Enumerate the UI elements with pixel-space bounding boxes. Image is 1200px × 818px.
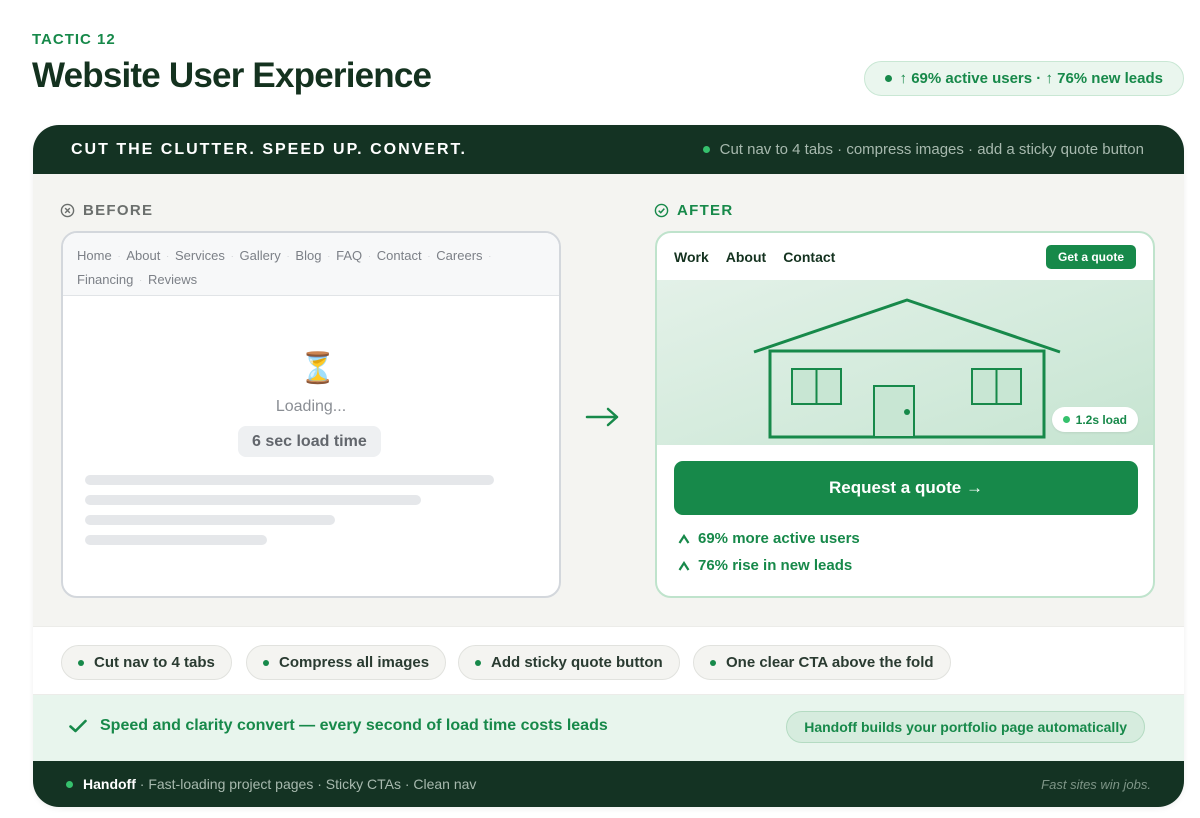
footer-tagline: Fast sites win jobs. bbox=[1041, 776, 1151, 792]
after-label: AFTER bbox=[654, 202, 734, 219]
before-nav-item[interactable]: About bbox=[126, 244, 160, 267]
status-dot-icon bbox=[475, 659, 481, 666]
card-heading: CUT THE CLUTTER. SPEED UP. CONVERT. bbox=[71, 140, 467, 158]
action-chip: One clear CTA above the fold bbox=[693, 645, 951, 680]
page-title: Website User Experience bbox=[32, 56, 432, 95]
before-label: BEFORE bbox=[60, 202, 153, 219]
comparison-card: CUT THE CLUTTER. SPEED UP. CONVERT. Cut … bbox=[33, 125, 1184, 807]
arrow-right-icon bbox=[585, 407, 619, 427]
metric-new-leads: 76% rise in new leads bbox=[678, 557, 852, 574]
checkmark-icon bbox=[69, 719, 87, 733]
before-nav: Home · About · Services · Gallery · Blog · FAQ · Con… bbox=[63, 233, 559, 296]
after-label-text: AFTER bbox=[677, 202, 734, 219]
before-nav-item[interactable]: FAQ bbox=[336, 244, 362, 267]
after-nav: Work About Contact Get a quote bbox=[657, 233, 1153, 280]
check-circle-icon bbox=[654, 203, 669, 218]
action-chip-text: Compress all images bbox=[279, 654, 430, 671]
after-site-mockup: Work About Contact Get a quote 1.2s load… bbox=[655, 231, 1155, 598]
skeleton-line bbox=[85, 495, 421, 505]
action-chip-row: Cut nav to 4 tabs Compress all images Ad… bbox=[33, 626, 1184, 695]
load-time-badge: 6 sec load time bbox=[238, 426, 381, 457]
before-nav-item[interactable]: Blog bbox=[295, 244, 321, 267]
summary-message: Speed and clarity convert — every second… bbox=[69, 717, 608, 735]
skeleton-line bbox=[85, 535, 267, 545]
action-chip: Add sticky quote button bbox=[458, 645, 680, 680]
request-quote-button[interactable]: Request a quote → bbox=[674, 461, 1138, 515]
skeleton-line bbox=[85, 515, 335, 525]
status-dot-icon bbox=[702, 146, 710, 153]
before-nav-item[interactable]: Services bbox=[175, 244, 225, 267]
footer-left: Handoff · Fast-loading project pages · S… bbox=[66, 776, 476, 792]
status-dot-icon bbox=[78, 659, 84, 666]
x-circle-icon bbox=[60, 203, 75, 218]
before-nav-item[interactable]: Gallery bbox=[240, 244, 281, 267]
summary-message-text: Speed and clarity convert — every second… bbox=[100, 717, 608, 734]
caret-up-icon bbox=[678, 533, 690, 544]
card-header: CUT THE CLUTTER. SPEED UP. CONVERT. Cut … bbox=[33, 125, 1184, 174]
stat-pill: ↑ 69% active users · ↑ 76% new leads bbox=[863, 61, 1184, 96]
stat-pill-text: ↑ 69% active users · ↑ 76% new leads bbox=[899, 70, 1163, 87]
before-nav-item[interactable]: Reviews bbox=[148, 268, 197, 291]
status-dot-icon bbox=[884, 75, 892, 82]
after-nav-item[interactable]: Contact bbox=[783, 249, 835, 265]
before-label-text: BEFORE bbox=[83, 202, 154, 219]
metric-text: 76% rise in new leads bbox=[698, 557, 853, 574]
summary-banner: Speed and clarity convert — every second… bbox=[33, 695, 1184, 761]
before-nav-item[interactable]: Contact bbox=[377, 244, 422, 267]
handoff-pill: Handoff builds your portfolio page autom… bbox=[786, 711, 1145, 743]
skeleton-line bbox=[85, 475, 494, 485]
load-time-chip-text: 1.2s load bbox=[1075, 412, 1127, 427]
action-chip: Compress all images bbox=[246, 645, 447, 680]
action-chip-text: Add sticky quote button bbox=[491, 654, 663, 671]
action-chip-text: Cut nav to 4 tabs bbox=[94, 654, 215, 671]
status-dot-icon bbox=[1062, 416, 1070, 423]
status-dot-icon bbox=[710, 659, 716, 666]
action-chip-text: One clear CTA above the fold bbox=[726, 654, 934, 671]
after-nav-item[interactable]: Work bbox=[674, 249, 709, 265]
metric-active-users: 69% more active users bbox=[678, 530, 860, 547]
footer-brand: Handoff bbox=[83, 776, 136, 792]
loading-text: Loading... bbox=[275, 398, 347, 415]
load-time-chip: 1.2s load bbox=[1051, 407, 1138, 432]
caret-up-icon bbox=[678, 560, 690, 571]
action-chip: Cut nav to 4 tabs bbox=[61, 645, 232, 680]
status-dot-icon bbox=[263, 659, 269, 666]
hero-section: 1.2s load bbox=[657, 280, 1153, 445]
after-nav-item[interactable]: About bbox=[726, 249, 766, 265]
status-dot-icon bbox=[66, 780, 73, 788]
metric-text: 69% more active users bbox=[698, 530, 860, 547]
card-note: Cut nav to 4 tabs · compress images · ad… bbox=[702, 141, 1144, 158]
get-quote-button[interactable]: Get a quote bbox=[1045, 244, 1136, 269]
before-site-mockup: Home · About · Services · Gallery · Blog · FAQ · Con… bbox=[61, 231, 561, 598]
footer-features: · Fast-loading project pages · Sticky CT… bbox=[139, 776, 477, 792]
before-nav-item[interactable]: Careers bbox=[436, 244, 482, 267]
card-footer: Handoff · Fast-loading project pages · S… bbox=[33, 761, 1184, 807]
tactic-eyebrow: TACTIC 12 bbox=[32, 31, 116, 48]
before-nav-item[interactable]: Home bbox=[77, 244, 112, 267]
hourglass-icon: ⏳ bbox=[299, 352, 337, 385]
before-nav-item[interactable]: Financing bbox=[77, 268, 133, 291]
card-note-text: Cut nav to 4 tabs · compress images · ad… bbox=[719, 141, 1144, 158]
